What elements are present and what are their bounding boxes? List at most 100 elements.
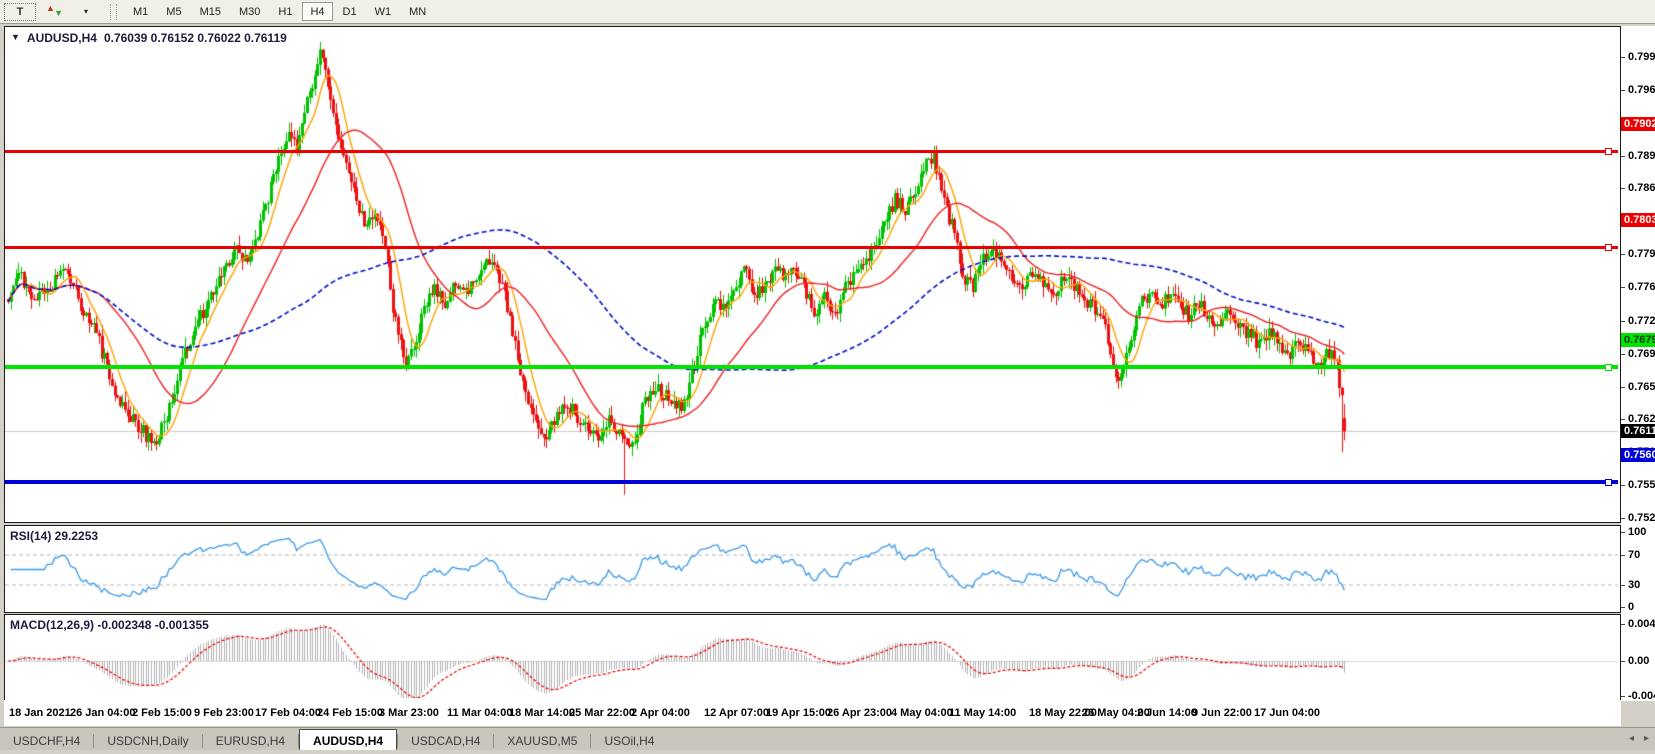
time-label: 24 Feb 15:00 — [317, 707, 383, 719]
price-tick-label: 0.76580 — [1628, 381, 1655, 393]
time-label: 26 Apr 23:00 — [827, 707, 892, 719]
price-tick — [1621, 485, 1625, 486]
chart-title: ▼ AUDUSD,H4 0.76039 0.76152 0.76022 0.76… — [11, 31, 287, 45]
tab-usdcnh-daily[interactable]: USDCNH,Daily — [94, 731, 201, 751]
price-tick — [1621, 156, 1625, 157]
rsi-tick — [1621, 585, 1625, 586]
toolbar-grip[interactable] — [110, 4, 117, 20]
terminal-window: T ▲▼ ▾ M1M5M15M30H1H4D1W1MN ▼ AUDUSD,H4 … — [0, 0, 1655, 754]
tab-usdcad-h4[interactable]: USDCAD,H4 — [398, 731, 493, 751]
price-tick — [1621, 57, 1625, 58]
macd-tick — [1621, 696, 1625, 697]
time-label: 9 Feb 23:00 — [194, 707, 254, 719]
rsi-tick — [1621, 532, 1625, 533]
price-tick — [1621, 354, 1625, 355]
price-tick — [1621, 188, 1625, 189]
timeframe-h1[interactable]: H1 — [270, 2, 300, 21]
time-label: 11 May 14:00 — [949, 707, 1016, 719]
timeframe-mn[interactable]: MN — [401, 2, 434, 21]
chart-ohlc-values: 0.76039 0.76152 0.76022 0.76119 — [104, 31, 287, 45]
current-price-tag: 0.76119 — [1621, 424, 1655, 438]
tab-usoil-h4[interactable]: USOil,H4 — [591, 731, 667, 751]
rsi-tick-label: 70 — [1628, 549, 1640, 561]
time-label: 2 Jun 14:00 — [1137, 707, 1197, 719]
macd-canvas[interactable] — [5, 615, 1618, 698]
hline-price-tag: 0.76794 — [1621, 333, 1655, 347]
time-label: 11 Mar 04:00 — [447, 707, 512, 719]
hline-price-tag: 0.75603 — [1621, 448, 1655, 462]
rsi-tick-label: 0 — [1628, 601, 1634, 613]
timeframe-d1[interactable]: D1 — [335, 2, 365, 21]
macd-tick-label: -0.004372 — [1628, 690, 1655, 702]
timeframe-h4[interactable]: H4 — [302, 2, 332, 21]
price-tick-label: 0.77260 — [1628, 315, 1655, 327]
chart-menu-triangle-icon[interactable]: ▼ — [11, 32, 20, 45]
tab-scroll-arrows: ◂ ▸ — [1629, 733, 1649, 744]
hline-price-tag: 0.79023 — [1621, 117, 1655, 131]
time-label: 2 Apr 04:00 — [631, 707, 690, 719]
main-toolbar: T ▲▼ ▾ M1M5M15M30H1H4D1W1MN — [0, 0, 1655, 24]
macd-tick-label: 0.00 — [1628, 655, 1649, 667]
text-tool-button[interactable]: T — [4, 3, 36, 21]
time-label: 18 Jan 2021 — [9, 707, 71, 719]
hline-0.79023[interactable] — [5, 150, 1618, 153]
time-label: 17 Feb 04:00 — [255, 707, 321, 719]
time-label: 3 Mar 23:00 — [379, 707, 439, 719]
timeframe-m1[interactable]: M1 — [125, 2, 156, 21]
hline-0.78032[interactable] — [5, 246, 1618, 249]
price-tick-label: 0.75560 — [1628, 479, 1655, 491]
price-axis[interactable]: 0.799900.796500.793100.789700.786300.782… — [1621, 26, 1655, 701]
rsi-tick-label: 30 — [1628, 579, 1640, 591]
price-tick — [1621, 321, 1625, 322]
chart-tab-bar: USDCHF,H4USDCNH,DailyEURUSD,H4AUDUSD,H4U… — [0, 727, 1655, 751]
hline-0.76794[interactable] — [5, 365, 1618, 369]
rsi-tick — [1621, 607, 1625, 608]
price-tick-label: 0.78970 — [1628, 150, 1655, 162]
tab-xauusd-m5[interactable]: XAUUSD,M5 — [494, 731, 590, 751]
hline-0.75603[interactable] — [5, 480, 1618, 484]
hline-handle[interactable] — [1605, 244, 1612, 251]
hline-price-tag: 0.78032 — [1621, 213, 1655, 227]
timeframe-group: M1M5M15M30H1H4D1W1MN — [125, 2, 434, 21]
macd-label: MACD(12,26,9) -0.002348 -0.001355 — [10, 618, 209, 632]
price-tick — [1621, 90, 1625, 91]
hline-handle[interactable] — [1605, 479, 1612, 486]
chart-symbol-label: AUDUSD,H4 — [27, 31, 97, 45]
price-tick — [1621, 287, 1625, 288]
rsi-panel: RSI(14) 29.2253 — [4, 525, 1621, 613]
time-axis[interactable]: 18 Jan 202126 Jan 04:002 Feb 15:009 Feb … — [4, 700, 1621, 726]
time-label: 19 Apr 15:00 — [766, 707, 831, 719]
hline-handle[interactable] — [1605, 148, 1612, 155]
timeframe-m15[interactable]: M15 — [192, 2, 229, 21]
tab-eurusd-h4[interactable]: EURUSD,H4 — [203, 731, 298, 751]
time-label: 25 Mar 22:00 — [569, 707, 635, 719]
rsi-tick-label: 100 — [1628, 526, 1646, 538]
price-tick-label: 0.79990 — [1628, 51, 1655, 63]
price-tick — [1621, 419, 1625, 420]
price-tick — [1621, 254, 1625, 255]
tab-scroll-left-icon[interactable]: ◂ — [1629, 733, 1634, 744]
macd-tick — [1621, 624, 1625, 625]
price-tick-label: 0.79650 — [1628, 84, 1655, 96]
macd-tick-label: 0.004561 — [1628, 618, 1655, 630]
timeframe-m5[interactable]: M5 — [158, 2, 189, 21]
timeframe-w1[interactable]: W1 — [367, 2, 400, 21]
tab-audusd-h4[interactable]: AUDUSD,H4 — [299, 729, 397, 751]
statusbar-strip — [0, 750, 1655, 754]
price-tick — [1621, 387, 1625, 388]
price-tick-label: 0.77950 — [1628, 248, 1655, 260]
rsi-canvas[interactable] — [5, 526, 1618, 610]
tab-scroll-right-icon[interactable]: ▸ — [1644, 733, 1649, 744]
dropdown-caret-icon[interactable]: ▾ — [72, 2, 100, 22]
sort-arrows-icon: ▲▼ — [45, 4, 63, 20]
arrows-tool-button[interactable]: ▲▼ — [38, 2, 70, 22]
timeframe-m30[interactable]: M30 — [231, 2, 268, 21]
rsi-label: RSI(14) 29.2253 — [10, 529, 98, 543]
price-chart-canvas[interactable] — [5, 27, 1618, 520]
hline-handle[interactable] — [1605, 364, 1612, 371]
time-label: 17 Jun 04:00 — [1254, 707, 1320, 719]
time-label: 2 Feb 15:00 — [132, 707, 192, 719]
price-tick — [1621, 518, 1625, 519]
time-label: 18 Mar 14:00 — [509, 707, 575, 719]
tab-usdchf-h4[interactable]: USDCHF,H4 — [0, 731, 93, 751]
